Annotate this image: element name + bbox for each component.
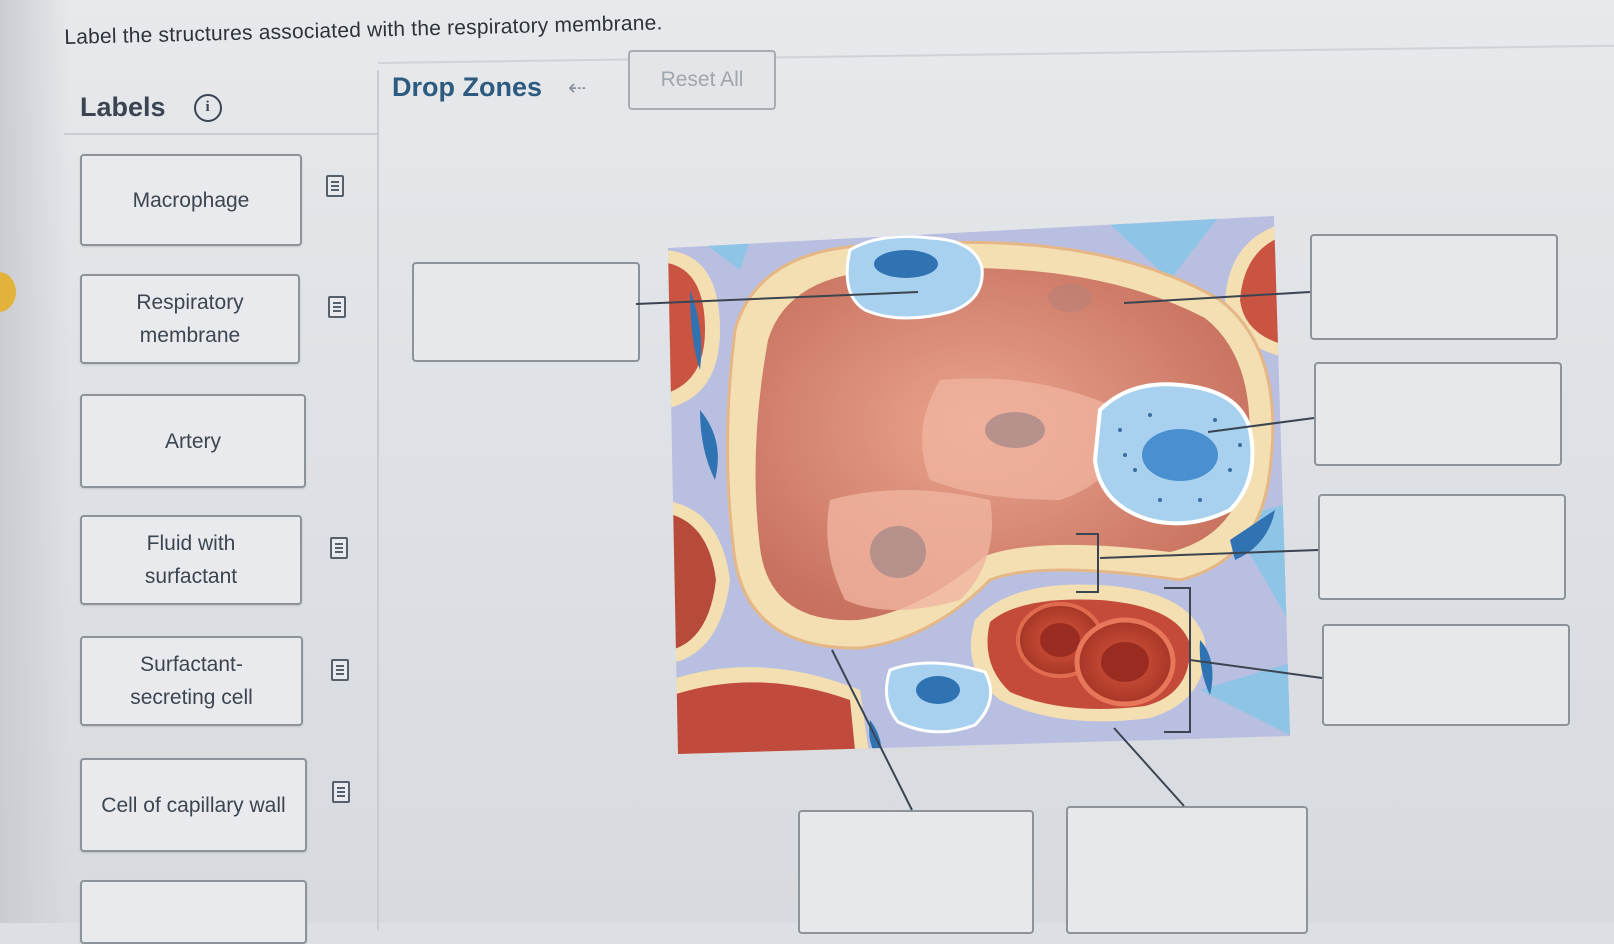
undo-arrow-icon[interactable]: ⇠ [568,75,586,101]
drop-zone-3[interactable] [1314,362,1562,466]
drop-zone-6[interactable] [798,810,1034,934]
reset-all-button[interactable]: Reset All [628,50,776,110]
info-icon[interactable]: i [193,93,222,122]
label-card-artery[interactable]: Artery [80,394,306,488]
hint-document-icon[interactable] [330,537,348,559]
labels-header-divider [64,133,377,135]
label-card-partial[interactable] [80,880,307,944]
hint-document-icon[interactable] [328,296,346,318]
label-card-surfactant-secreting-cell[interactable]: Surfactant-secreting cell [80,636,303,726]
label-card-fluid-with-surfactant[interactable]: Fluid with surfactant [80,515,302,605]
hint-document-icon[interactable] [331,659,349,681]
labels-title: Labels [80,92,166,122]
drop-zones-title: Drop Zones [392,72,543,102]
label-card-respiratory-membrane[interactable]: Respiratory membrane [80,274,300,364]
label-card-macrophage[interactable]: Macrophage [80,154,302,246]
drop-zone-2[interactable] [1310,234,1558,340]
left-edge-shadow [0,0,70,923]
drop-zone-7[interactable] [1066,806,1308,934]
drop-zones-header: Drop Zones ⇠ [392,72,586,103]
panel-divider [377,70,379,930]
hint-document-icon[interactable] [326,175,344,197]
drop-zone-4[interactable] [1318,494,1566,600]
labels-header: Labels i [80,92,222,123]
hint-document-icon[interactable] [332,781,350,803]
label-card-cell-of-capillary-wall[interactable]: Cell of capillary wall [80,758,307,852]
drop-zone-1[interactable] [412,262,640,362]
drop-zone-5[interactable] [1322,624,1570,726]
